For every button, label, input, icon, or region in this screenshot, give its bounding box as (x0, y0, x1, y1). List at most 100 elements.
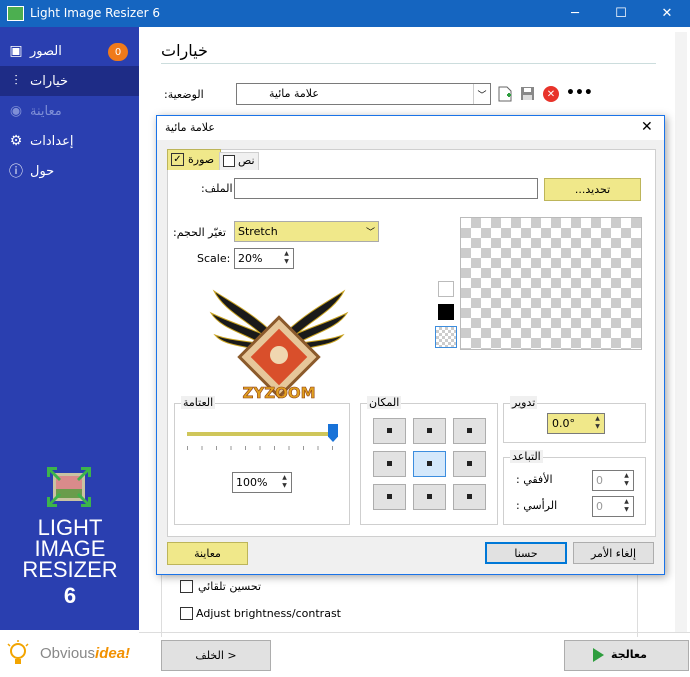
position-top-left[interactable] (373, 418, 406, 444)
tab-text-label: نص (238, 154, 255, 167)
position-bottom-center[interactable] (413, 484, 446, 510)
spin-up-icon[interactable]: ▲ (281, 250, 292, 258)
tab-image[interactable]: ✓ صورة (167, 149, 221, 170)
sidebar-item-label: معاينة (30, 103, 62, 119)
spin-down-icon[interactable]: ▼ (281, 258, 292, 266)
spin-up-icon[interactable]: ▲ (621, 472, 632, 480)
page-title: خيارات (161, 41, 208, 60)
logo-line-3: RESIZER (22, 557, 118, 582)
opacity-group-label: العتامة (181, 396, 216, 409)
rotation-group: تدوير 0.0° ▲ ▼ (503, 396, 646, 443)
file-label: :الملف (201, 182, 233, 195)
position-center[interactable] (413, 451, 446, 477)
position-top-center[interactable] (413, 418, 446, 444)
app-logo-icon (47, 467, 91, 507)
opacity-spinner[interactable]: 100% ▲ ▼ (232, 472, 292, 493)
brand-obvious: Obvious (40, 645, 96, 662)
auto-enhance-checkbox[interactable] (180, 580, 193, 593)
resize-select[interactable]: Stretch ﹀ (234, 221, 379, 242)
tab-image-checkbox[interactable]: ✓ (171, 153, 184, 166)
images-count-badge: 0 (108, 43, 128, 61)
logo-line-2: IMAGE (34, 536, 106, 561)
footer-divider (139, 632, 690, 633)
spin-down-icon[interactable]: ▼ (279, 482, 290, 490)
rotation-group-label: تدوير (510, 396, 538, 409)
vertical-spacing-label: : الرأسي (516, 499, 558, 512)
tab-image-label: صورة (188, 153, 215, 166)
sidebar-item-label: حول (30, 163, 55, 179)
scale-value: 20% (238, 252, 263, 265)
spin-up-icon[interactable]: ▲ (592, 415, 603, 423)
maximize-button[interactable]: ☐ (598, 0, 644, 27)
sidebar-item-settings[interactable]: ⚙ إعدادات (0, 126, 139, 156)
brightness-checkbox[interactable] (180, 607, 193, 620)
opacity-value: 100% (236, 476, 268, 489)
opacity-slider-thumb[interactable] (328, 424, 338, 442)
play-icon (593, 648, 604, 662)
window-title: Light Image Resizer 6 (30, 6, 160, 20)
file-input[interactable] (234, 178, 538, 199)
sidebar-item-about[interactable]: ⓘ حول (0, 156, 139, 186)
rotation-spinner[interactable]: 0.0° ▲ ▼ (547, 413, 605, 434)
app-logo-text: LIGHT IMAGE RESIZER 6 (20, 517, 120, 609)
sidebar-item-preview[interactable]: ◉ معاينة (0, 96, 139, 126)
cancel-button[interactable]: إلغاء الأمر (573, 542, 654, 564)
rotation-value: 0.0° (552, 417, 575, 430)
divider (161, 63, 656, 64)
minimize-button[interactable]: ─ (552, 0, 598, 27)
more-options-icon[interactable]: ••• (566, 85, 593, 101)
horizontal-spacing-spinner[interactable]: 0 ▲ ▼ (592, 470, 634, 491)
new-preset-icon[interactable] (498, 86, 512, 102)
vertical-spacing-spinner[interactable]: 0 ▲ ▼ (592, 496, 634, 517)
delete-preset-icon[interactable]: ✕ (543, 86, 559, 102)
sidebar-item-images[interactable]: ▣ الصور 0 (0, 36, 139, 66)
close-window-button[interactable]: ✕ (644, 0, 690, 27)
preview-button[interactable]: معاينة (167, 542, 248, 565)
ok-button[interactable]: حسنا (485, 542, 567, 564)
back-button[interactable]: الخلف > (161, 640, 271, 671)
process-button[interactable]: معالجة (564, 640, 689, 671)
images-icon: ▣ (9, 43, 23, 59)
mode-select[interactable]: علامة مائية ﹀ (236, 83, 491, 105)
logo-version: 6 (63, 583, 77, 608)
sidebar-item-label: الصور (30, 43, 62, 59)
scale-spinner[interactable]: 20% ▲ ▼ (234, 248, 294, 269)
mode-label: :الوضعية (164, 88, 204, 101)
eye-icon: ◉ (9, 103, 23, 119)
scrollbar[interactable] (675, 32, 687, 632)
vertical-spacing-value: 0 (596, 500, 603, 513)
auto-enhance-label: تحسين تلقائي (198, 580, 262, 593)
spin-down-icon[interactable]: ▼ (621, 480, 632, 488)
watermark-brand-text: ZYZOOM (242, 384, 315, 402)
position-group-label: المكان (367, 396, 402, 409)
opacity-ticks (187, 446, 333, 450)
position-bottom-left[interactable] (373, 484, 406, 510)
spin-up-icon[interactable]: ▲ (621, 498, 632, 506)
resize-select-value: Stretch (238, 225, 278, 238)
bg-black-swatch[interactable] (438, 304, 454, 320)
bg-white-swatch[interactable] (438, 281, 454, 297)
opacity-slider-track[interactable] (187, 432, 333, 436)
logo-line-1: LIGHT (37, 515, 103, 540)
dialog-close-icon[interactable]: ✕ (641, 119, 653, 135)
spin-down-icon[interactable]: ▼ (592, 423, 603, 431)
chevron-down-icon: ﹀ (473, 84, 490, 104)
tab-text-checkbox[interactable] (223, 155, 235, 167)
horizontal-spacing-label: : الأفقي (516, 473, 553, 486)
sidebar-item-options[interactable]: ⫶ خيارات (0, 66, 139, 96)
spin-up-icon[interactable]: ▲ (279, 474, 290, 482)
watermark-dialog: علامة مائية ✕ ✓ صورة نص :الملف ...تحديد … (156, 115, 665, 575)
dialog-title: علامة مائية (165, 121, 215, 134)
save-preset-icon[interactable] (520, 86, 535, 101)
position-bottom-right[interactable] (453, 484, 486, 510)
position-top-right[interactable] (453, 418, 486, 444)
position-middle-left[interactable] (373, 451, 406, 477)
browse-button[interactable]: ...تحديد (544, 178, 641, 201)
spin-down-icon[interactable]: ▼ (621, 506, 632, 514)
tab-text[interactable]: نص (219, 152, 259, 170)
bg-transparent-swatch[interactable] (435, 326, 457, 348)
position-middle-right[interactable] (453, 451, 486, 477)
process-label: معالجة (611, 648, 647, 661)
scale-label: Scale: (197, 252, 231, 265)
sliders-icon: ⫶ (14, 73, 18, 89)
